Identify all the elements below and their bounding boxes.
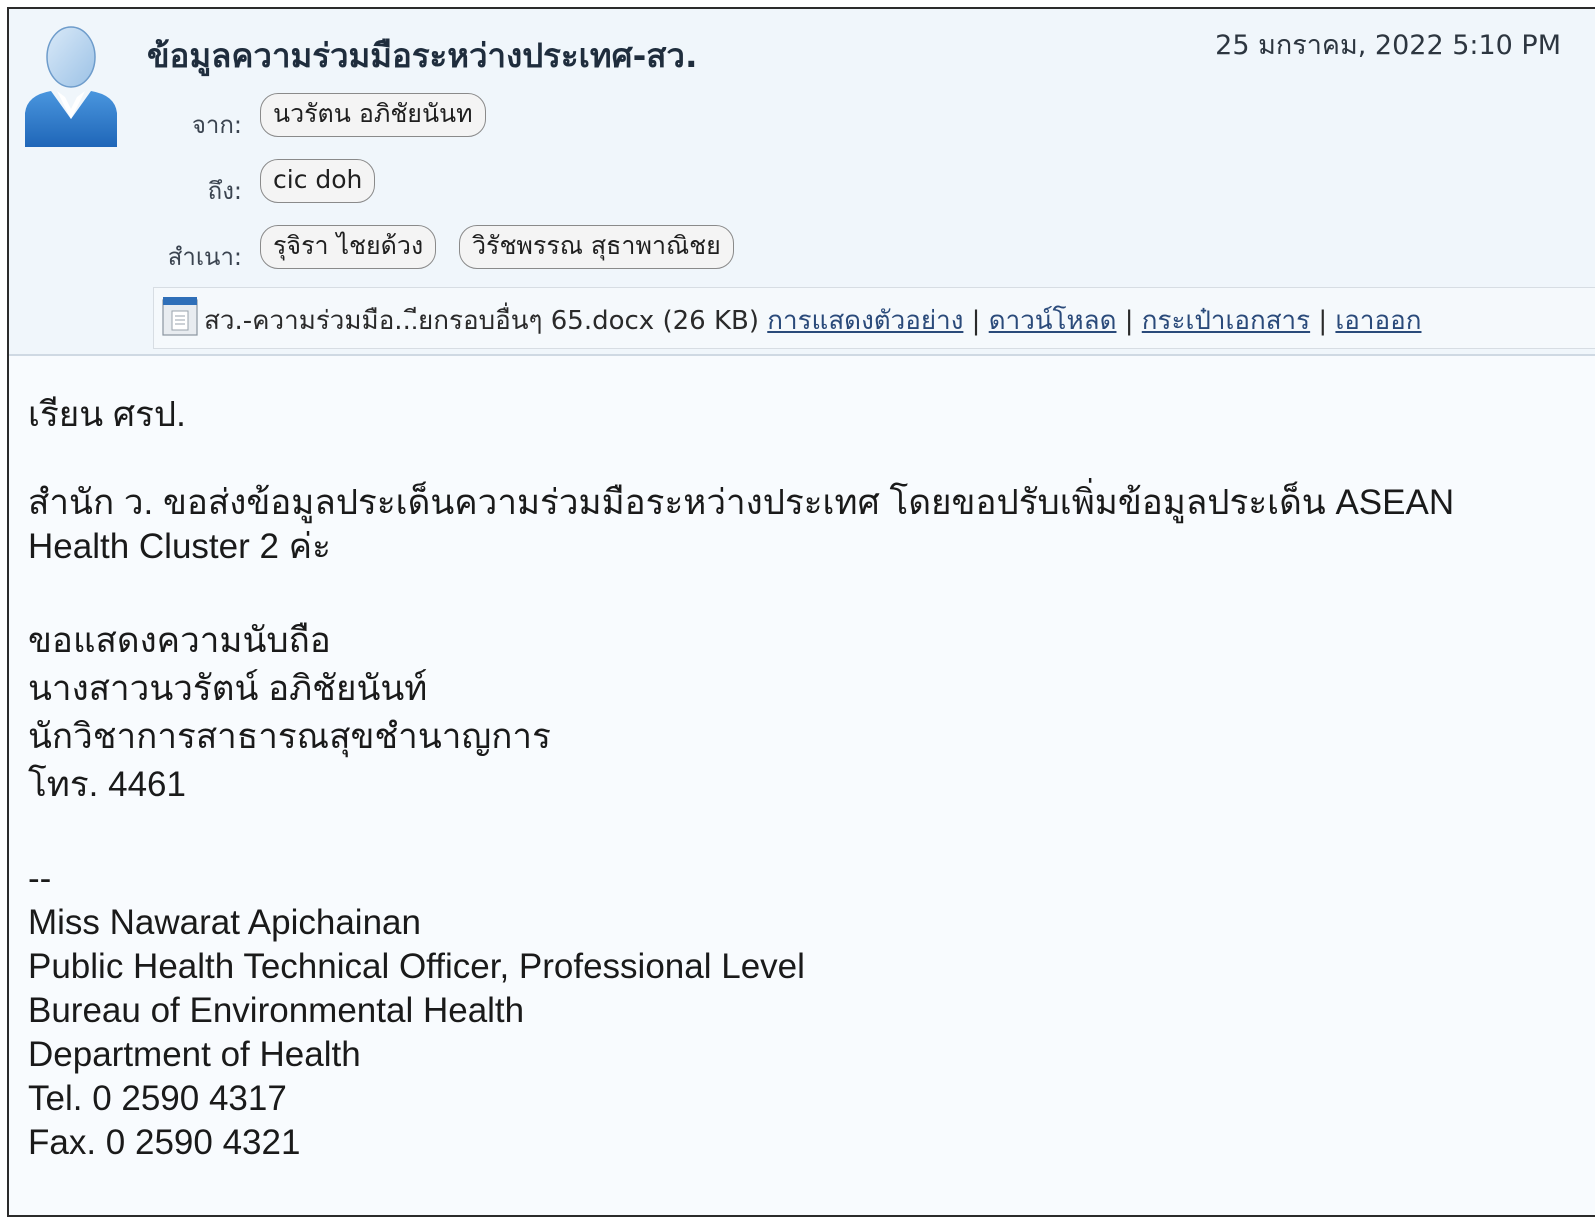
- email-header: ข้อมูลความร่วมมือระหว่างประเทศ-สว. 25 มก…: [9, 9, 1595, 356]
- cc-label: สำเนา:: [167, 243, 242, 271]
- cc-chip-1[interactable]: รุจิรา ไชยด้วง: [260, 225, 437, 269]
- attachment-size: (26 KB): [662, 306, 759, 336]
- closing: ขอแสดงความนับถือ: [28, 621, 331, 660]
- separator: |: [1124, 306, 1134, 336]
- signature-name-th: นางสาวนวรัตน์ อภิชัยนันท์: [28, 669, 428, 708]
- to-row: ถึง: cic doh: [9, 159, 1595, 209]
- separator: |: [971, 306, 981, 336]
- email-view: ข้อมูลความร่วมมือระหว่างประเทศ-สว. 25 มก…: [7, 7, 1595, 1217]
- attachment-briefcase-link[interactable]: กระเป๋าเอกสาร: [1142, 306, 1310, 336]
- signature-separator: --: [28, 859, 52, 898]
- attachment-preview-link[interactable]: การแสดงตัวอย่าง: [767, 306, 963, 336]
- attachment-info: สว.-ความร่วมมือ...ียกรอบอื่นๆ 65.docx (2…: [204, 300, 1422, 341]
- body-paragraph-line1: สำนัก ว. ขอส่งข้อมูลประเด็นความร่วมมือระ…: [28, 483, 1455, 522]
- attachment-download-link[interactable]: ดาวน์โหลด: [989, 306, 1117, 336]
- from-row: จาก: นวรัตน อภิชัยนันท: [9, 93, 1595, 143]
- signature-phone-th: โทร. 4461: [28, 765, 186, 804]
- separator: |: [1318, 306, 1328, 336]
- email-body: เรียน ศรป. สำนัก ว. ขอส่งข้อมูลประเด็นคว…: [28, 387, 1585, 1165]
- attachment-filename[interactable]: สว.-ความร่วมมือ...ียกรอบอื่นๆ 65.docx: [204, 306, 654, 336]
- signature-position-th: นักวิชาการสาธารณสุขชำนาญการ: [28, 717, 551, 756]
- to-chip[interactable]: cic doh: [260, 159, 376, 203]
- email-date: 25 มกราคม, 2022 5:10 PM: [1215, 30, 1561, 61]
- document-icon: [162, 297, 198, 336]
- body-paragraph-line2: Health Cluster 2 ค่ะ: [28, 527, 331, 566]
- signature-position-en: Public Health Technical Officer, Profess…: [28, 947, 805, 986]
- greeting: เรียน ศรป.: [28, 395, 186, 434]
- signature-bureau: Bureau of Environmental Health: [28, 991, 525, 1030]
- to-label: ถึง:: [207, 177, 242, 205]
- signature-fax: Fax. 0 2590 4321: [28, 1123, 301, 1162]
- email-subject: ข้อมูลความร่วมมือระหว่างประเทศ-สว.: [147, 36, 698, 75]
- cc-chip-2[interactable]: วิรัชพรรณ สุธาพาณิชย: [459, 225, 734, 269]
- from-chip[interactable]: นวรัตน อภิชัยนันท: [260, 93, 486, 137]
- signature-department: Department of Health: [28, 1035, 361, 1074]
- attachment-bar: สว.-ความร่วมมือ...ียกรอบอื่นๆ 65.docx (2…: [153, 287, 1595, 349]
- signature-name-en: Miss Nawarat Apichainan: [28, 903, 421, 942]
- signature-tel: Tel. 0 2590 4317: [28, 1079, 287, 1118]
- attachment-remove-link[interactable]: เอาออก: [1335, 306, 1421, 336]
- cc-row: สำเนา: รุจิรา ไชยด้วง วิรัชพรรณ สุธาพาณิ…: [9, 225, 1595, 275]
- from-label: จาก:: [191, 111, 242, 139]
